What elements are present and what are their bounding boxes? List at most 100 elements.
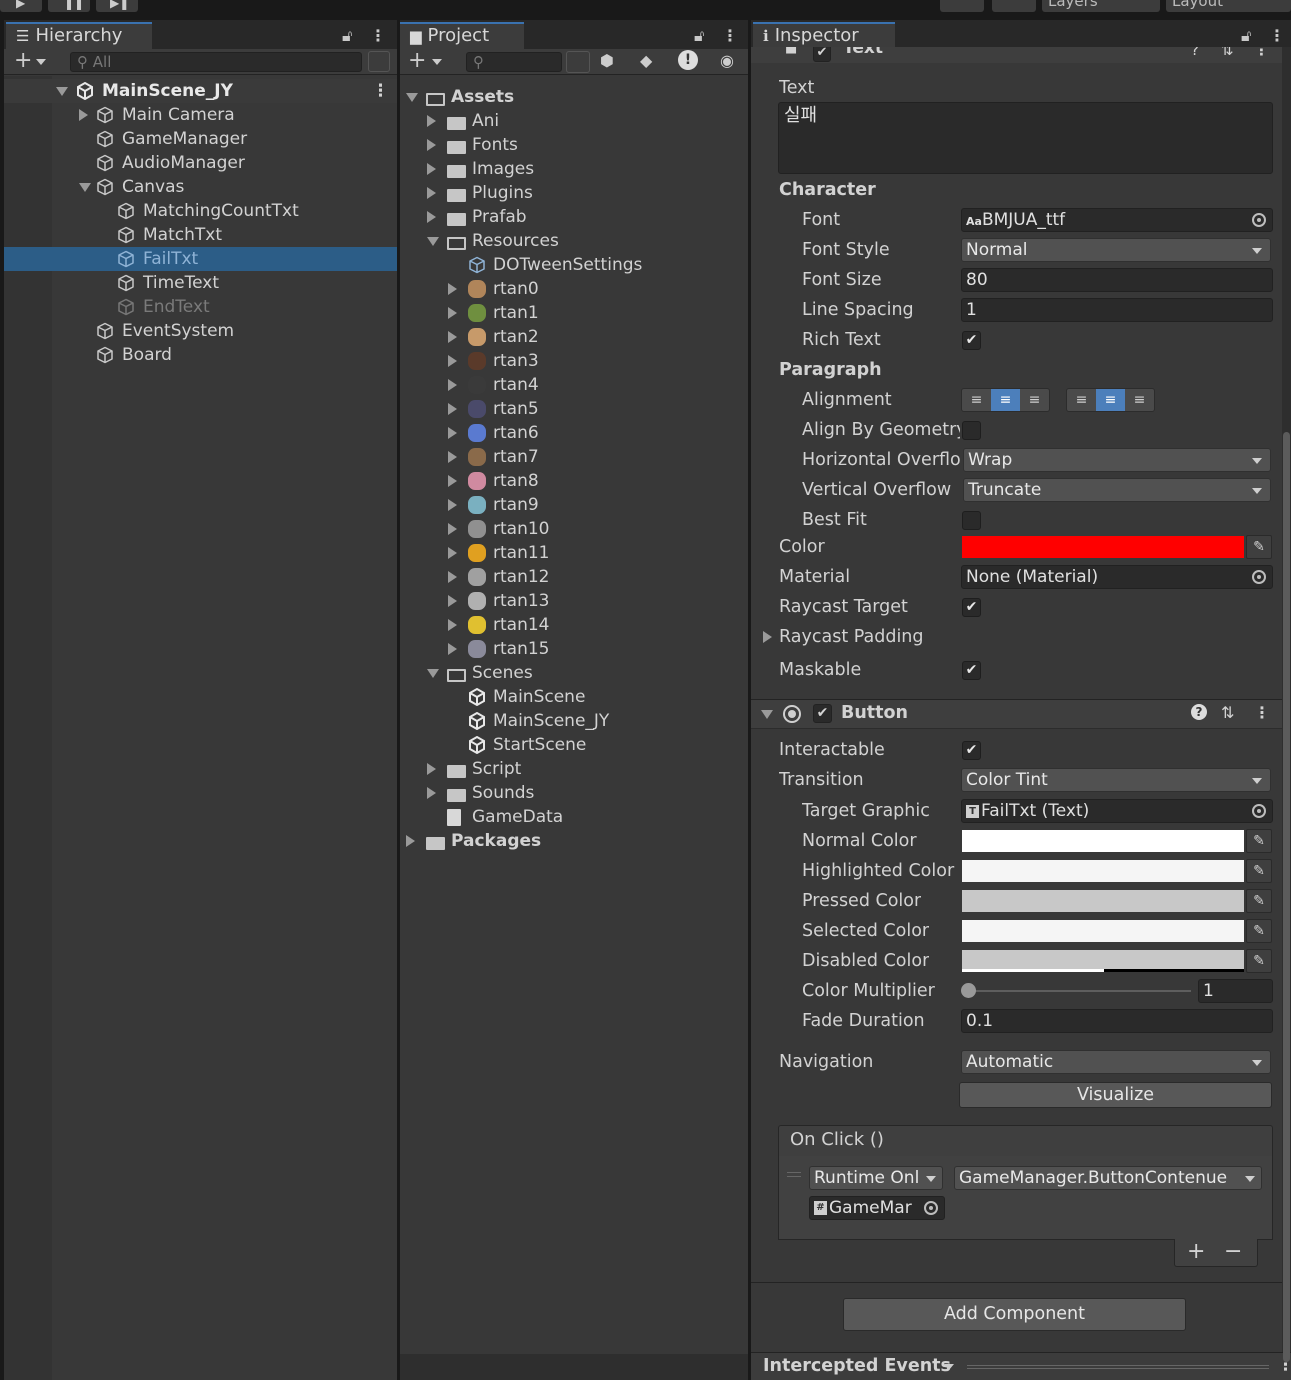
button-foldout-icon[interactable] bbox=[761, 710, 773, 719]
add-component-button[interactable]: Add Component bbox=[843, 1298, 1186, 1331]
font-style-dropdown[interactable]: Normal bbox=[961, 238, 1271, 262]
tab-inspector[interactable]: ℹ Inspector bbox=[753, 22, 895, 49]
collapsed-arrow-icon[interactable] bbox=[427, 163, 436, 175]
navigation-dropdown[interactable]: Automatic bbox=[961, 1050, 1271, 1074]
scene-more-icon[interactable]: ⋮ bbox=[372, 79, 389, 103]
create-dropdown-icon[interactable] bbox=[432, 59, 442, 65]
expanded-arrow-icon[interactable] bbox=[79, 183, 91, 192]
project-item[interactable]: rtan6 bbox=[400, 421, 748, 445]
more-menu-icon[interactable]: ⋮ bbox=[722, 26, 738, 45]
project-item[interactable]: GameData bbox=[400, 805, 748, 829]
component-menu-icon[interactable]: ⋮ bbox=[1254, 47, 1269, 59]
project-item[interactable]: rtan3 bbox=[400, 349, 748, 373]
text-enabled-checkbox[interactable]: ✔ bbox=[813, 47, 831, 62]
component-menu-icon[interactable]: ⋮ bbox=[1254, 703, 1270, 722]
project-item[interactable]: Resources bbox=[400, 229, 748, 253]
error-filter-icon[interactable]: ! bbox=[678, 50, 698, 70]
object-picker-icon[interactable] bbox=[1252, 213, 1266, 227]
hierarchy-item[interactable]: AudioManager bbox=[4, 151, 397, 175]
transition-dropdown[interactable]: Color Tint bbox=[961, 768, 1271, 792]
filter-label-icon[interactable]: ◆ bbox=[640, 51, 652, 70]
collapsed-arrow-icon[interactable] bbox=[448, 403, 457, 415]
hierarchy-item[interactable]: MatchingCountTxt bbox=[4, 199, 397, 223]
eyedropper-icon[interactable]: ✎ bbox=[1246, 535, 1272, 559]
button-enabled-checkbox[interactable]: ✔ bbox=[813, 704, 832, 723]
target-graphic-field[interactable]: T FailTxt (Text) bbox=[961, 799, 1273, 823]
font-size-input[interactable]: 80 bbox=[961, 268, 1273, 292]
eyedropper-icon[interactable]: ✎ bbox=[1246, 889, 1272, 913]
align-left-icon[interactable]: ≡ bbox=[962, 389, 991, 411]
text-color-swatch[interactable] bbox=[962, 536, 1244, 558]
pause-button[interactable]: ❚❚ bbox=[48, 0, 90, 12]
highlighted-color-swatch[interactable] bbox=[962, 860, 1244, 882]
project-item[interactable]: rtan1 bbox=[400, 301, 748, 325]
collapsed-arrow-icon[interactable] bbox=[448, 523, 457, 535]
hierarchy-item[interactable]: EndText bbox=[4, 295, 397, 319]
expanded-arrow-icon[interactable] bbox=[427, 669, 439, 678]
help-icon[interactable]: ? bbox=[1191, 704, 1207, 720]
collapsed-arrow-icon[interactable] bbox=[448, 643, 457, 655]
align-bottom-icon[interactable]: ≡ bbox=[1125, 389, 1154, 411]
runtime-mode-dropdown[interactable]: Runtime Onl bbox=[809, 1166, 943, 1190]
disabled-color-swatch[interactable] bbox=[962, 950, 1244, 972]
step-button[interactable]: ▶❚ bbox=[96, 0, 138, 12]
project-item[interactable]: rtan12 bbox=[400, 565, 748, 589]
help-icon[interactable]: ? bbox=[1191, 47, 1199, 59]
eyedropper-icon[interactable]: ✎ bbox=[1246, 919, 1272, 943]
object-picker-icon[interactable] bbox=[1252, 570, 1266, 584]
collapsed-arrow-icon[interactable] bbox=[406, 835, 415, 847]
material-object-field[interactable]: None (Material) bbox=[961, 565, 1273, 589]
lock-icon[interactable]: 🔓︎ bbox=[1241, 26, 1251, 46]
project-item[interactable]: rtan9 bbox=[400, 493, 748, 517]
project-item[interactable]: Images bbox=[400, 157, 748, 181]
collapsed-arrow-icon[interactable] bbox=[448, 547, 457, 559]
hidden-toggle-icon[interactable]: ◉ bbox=[720, 51, 734, 70]
tab-project[interactable]: ▆ Project bbox=[400, 22, 524, 49]
collapsed-arrow-icon[interactable] bbox=[448, 379, 457, 391]
hierarchy-item[interactable]: EventSystem bbox=[4, 319, 397, 343]
hierarchy-item[interactable]: TimeText bbox=[4, 271, 397, 295]
project-item[interactable]: Packages bbox=[400, 829, 748, 853]
vertical-overflow-dropdown[interactable]: Truncate bbox=[963, 478, 1271, 502]
collapsed-arrow-icon[interactable] bbox=[448, 307, 457, 319]
collapsed-arrow-icon[interactable] bbox=[448, 619, 457, 631]
align-right-icon[interactable]: ≡ bbox=[1020, 389, 1049, 411]
collapsed-arrow-icon[interactable] bbox=[448, 595, 457, 607]
text-component-header[interactable]: ■ ✔ Text ? ⇅ ⋮ bbox=[751, 47, 1282, 63]
text-area[interactable]: 실패 bbox=[778, 102, 1273, 174]
hierarchy-item[interactable]: Canvas bbox=[4, 175, 397, 199]
filter-type-icon[interactable]: ⬢ bbox=[600, 51, 614, 70]
hierarchy-search-input[interactable]: ⚲ All bbox=[70, 52, 362, 72]
maskable-checkbox[interactable]: ✔ bbox=[962, 661, 981, 680]
search-by-scene-icon[interactable] bbox=[566, 51, 590, 73]
visualize-button[interactable]: Visualize bbox=[959, 1082, 1272, 1108]
layers-dropdown[interactable]: Layers bbox=[1042, 0, 1160, 12]
more-menu-icon[interactable]: ⋮ bbox=[1269, 26, 1285, 45]
project-item[interactable]: Ani bbox=[400, 109, 748, 133]
create-plus-icon[interactable]: + bbox=[408, 48, 426, 73]
more-menu-icon[interactable]: ⋮ bbox=[370, 26, 386, 45]
color-multiplier-slider-track[interactable] bbox=[965, 990, 1191, 992]
scene-row[interactable]: MainScene_JY ⋮ bbox=[4, 79, 397, 103]
eyedropper-icon[interactable]: ✎ bbox=[1246, 859, 1272, 883]
collapsed-arrow-icon[interactable] bbox=[427, 211, 436, 223]
collapsed-arrow-icon[interactable] bbox=[427, 763, 436, 775]
add-event-button[interactable]: + bbox=[1187, 1239, 1205, 1264]
collapsed-arrow-icon[interactable] bbox=[448, 427, 457, 439]
project-item[interactable]: MainScene_JY bbox=[400, 709, 748, 733]
selected-color-swatch[interactable] bbox=[962, 920, 1244, 942]
collapsed-arrow-icon[interactable] bbox=[427, 187, 436, 199]
horizontal-overflow-dropdown[interactable]: Wrap bbox=[963, 448, 1271, 472]
search-icon[interactable] bbox=[992, 0, 1036, 12]
project-item[interactable]: rtan13 bbox=[400, 589, 748, 613]
project-item[interactable]: rtan15 bbox=[400, 637, 748, 661]
font-object-field[interactable]: AaBMJUA_ttf bbox=[961, 208, 1273, 232]
project-item[interactable]: rtan11 bbox=[400, 541, 748, 565]
project-item[interactable]: Assets bbox=[400, 85, 748, 109]
hierarchy-item[interactable]: GameManager bbox=[4, 127, 397, 151]
color-multiplier-slider-thumb[interactable] bbox=[961, 983, 976, 998]
hierarchy-item[interactable]: Board bbox=[4, 343, 397, 367]
project-item[interactable]: StartScene bbox=[400, 733, 748, 757]
create-dropdown-icon[interactable] bbox=[36, 59, 46, 65]
object-picker-icon[interactable] bbox=[1252, 804, 1266, 818]
